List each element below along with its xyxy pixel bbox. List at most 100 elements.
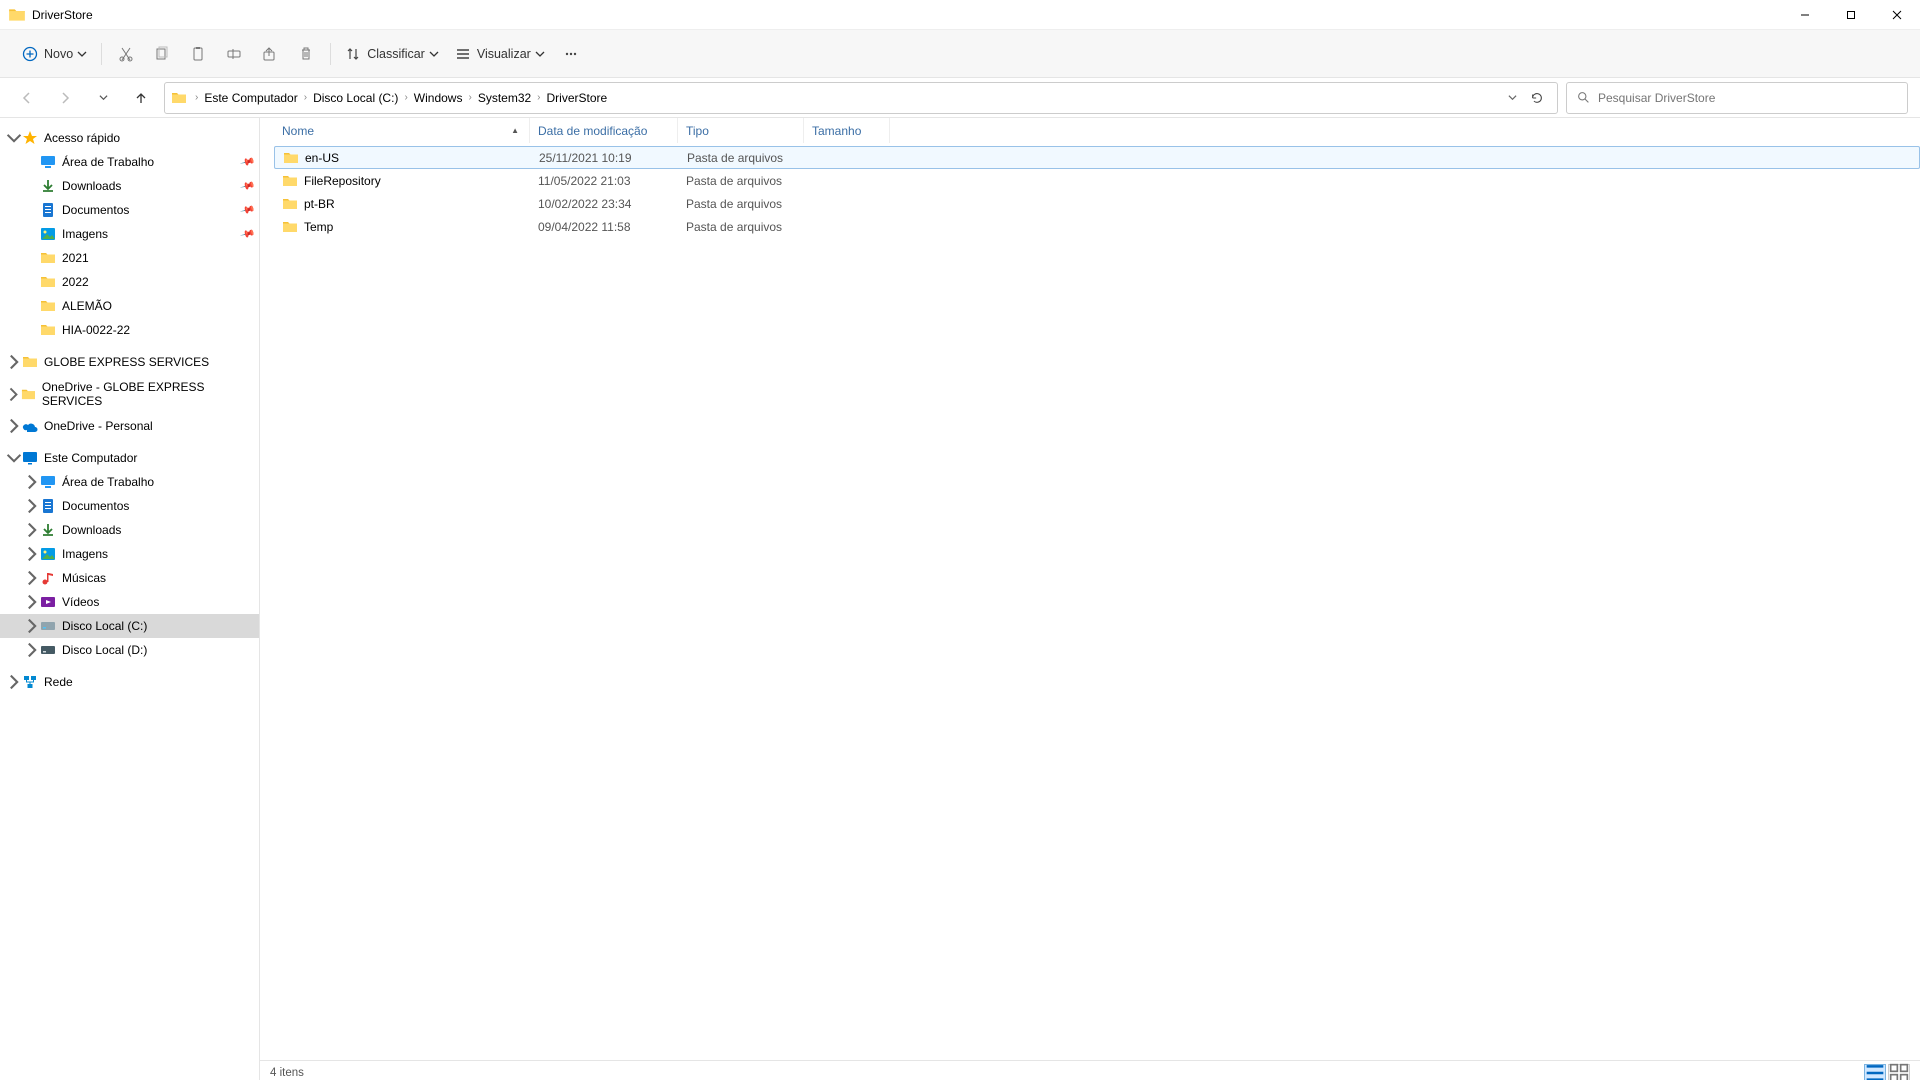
sidebar-item-quick-access[interactable]: Acesso rápido xyxy=(0,126,259,150)
sidebar-item[interactable]: Disco Local (D:) xyxy=(0,638,259,662)
more-button[interactable] xyxy=(553,38,589,70)
address-bar[interactable]: › Este Computador› Disco Local (C:)› Win… xyxy=(164,82,1558,114)
folder-icon xyxy=(171,90,187,106)
disk-icon xyxy=(40,618,56,634)
sidebar-item[interactable]: 2022 xyxy=(0,270,259,294)
doc-icon xyxy=(40,498,56,514)
sidebar-label: Músicas xyxy=(62,571,106,585)
sidebar-item[interactable]: Músicas xyxy=(0,566,259,590)
folder-icon xyxy=(40,274,56,290)
column-modified[interactable]: Data de modificação xyxy=(530,118,678,143)
sidebar-item[interactable]: ALEMÃO xyxy=(0,294,259,318)
cloud-icon xyxy=(22,418,38,434)
file-name: en-US xyxy=(305,151,339,165)
chevron-down-icon[interactable] xyxy=(1508,93,1517,102)
rename-button[interactable] xyxy=(216,38,252,70)
music-icon xyxy=(40,570,56,586)
up-button[interactable] xyxy=(126,83,156,113)
breadcrumb[interactable]: System32 xyxy=(476,91,533,105)
close-button[interactable] xyxy=(1874,0,1920,30)
new-label: Novo xyxy=(44,47,73,61)
sidebar-item[interactable]: Disco Local (C:) xyxy=(0,614,259,638)
folder-icon xyxy=(40,250,56,266)
details-view-button[interactable] xyxy=(1864,1064,1886,1080)
sidebar-item-globe[interactable]: GLOBE EXPRESS SERVICES xyxy=(0,350,259,374)
sidebar-item-network[interactable]: Rede xyxy=(0,670,259,694)
sidebar-label: 2022 xyxy=(62,275,89,289)
back-button[interactable] xyxy=(12,83,42,113)
file-rows: en-US25/11/2021 10:19Pasta de arquivosFi… xyxy=(260,144,1920,1060)
column-type[interactable]: Tipo xyxy=(678,118,804,143)
column-size[interactable]: Tamanho xyxy=(804,118,890,143)
file-type: Pasta de arquivos xyxy=(678,174,804,188)
paste-button[interactable] xyxy=(180,38,216,70)
sidebar-item-onedrive-globe[interactable]: OneDrive - GLOBE EXPRESS SERVICES xyxy=(0,382,259,406)
maximize-button[interactable] xyxy=(1828,0,1874,30)
table-row[interactable]: Temp09/04/2022 11:58Pasta de arquivos xyxy=(274,215,1920,238)
file-name: Temp xyxy=(304,220,333,234)
sidebar-item[interactable]: 2021 xyxy=(0,246,259,270)
search-box[interactable] xyxy=(1566,82,1908,114)
sidebar-item[interactable]: Downloads📌 xyxy=(0,174,259,198)
delete-button[interactable] xyxy=(288,38,324,70)
sidebar-item[interactable]: Documentos📌 xyxy=(0,198,259,222)
search-input[interactable] xyxy=(1598,91,1897,105)
share-button[interactable] xyxy=(252,38,288,70)
window-titlebar: DriverStore xyxy=(0,0,1920,30)
table-row[interactable]: FileRepository11/05/2022 21:03Pasta de a… xyxy=(274,169,1920,192)
navigation-pane[interactable]: Acesso rápido Área de Trabalho📌Downloads… xyxy=(0,118,260,1080)
sidebar-label: Área de Trabalho xyxy=(62,475,154,489)
sidebar-item[interactable]: Downloads xyxy=(0,518,259,542)
sidebar-label: ALEMÃO xyxy=(62,299,112,313)
sidebar-label: Disco Local (C:) xyxy=(62,619,147,633)
sidebar-item[interactable]: Área de Trabalho xyxy=(0,470,259,494)
star-icon xyxy=(22,130,38,146)
video-icon xyxy=(40,594,56,610)
sort-button[interactable]: Classificar xyxy=(337,38,447,70)
view-button[interactable]: Visualizar xyxy=(447,38,553,70)
breadcrumb[interactable]: Disco Local (C:) xyxy=(311,91,400,105)
sidebar-label: OneDrive - GLOBE EXPRESS SERVICES xyxy=(42,380,253,408)
download-icon xyxy=(40,522,56,538)
desktop-icon xyxy=(40,474,56,490)
column-name[interactable]: Nome▲ xyxy=(274,118,530,143)
sidebar-item[interactable]: Imagens📌 xyxy=(0,222,259,246)
image-icon xyxy=(40,546,56,562)
new-button[interactable]: Novo xyxy=(14,38,95,70)
refresh-button[interactable] xyxy=(1523,84,1551,112)
sort-ascending-icon: ▲ xyxy=(511,126,519,135)
sidebar-label: Disco Local (D:) xyxy=(62,643,147,657)
sidebar-label: Vídeos xyxy=(62,595,99,609)
file-name: FileRepository xyxy=(304,174,381,188)
folder-icon xyxy=(283,150,299,166)
sidebar-item[interactable]: Documentos xyxy=(0,494,259,518)
disk2-icon xyxy=(40,642,56,658)
navigation-row: › Este Computador› Disco Local (C:)› Win… xyxy=(0,78,1920,118)
cut-button[interactable] xyxy=(108,38,144,70)
large-icons-view-button[interactable] xyxy=(1888,1064,1910,1080)
sidebar-item[interactable]: Área de Trabalho📌 xyxy=(0,150,259,174)
breadcrumb[interactable]: DriverStore xyxy=(545,91,610,105)
sidebar-item[interactable]: Vídeos xyxy=(0,590,259,614)
sidebar-label: Documentos xyxy=(62,499,129,513)
breadcrumb[interactable]: Este Computador xyxy=(202,91,299,105)
sidebar-label: Imagens xyxy=(62,227,108,241)
table-row[interactable]: pt-BR10/02/2022 23:34Pasta de arquivos xyxy=(274,192,1920,215)
copy-button[interactable] xyxy=(144,38,180,70)
minimize-button[interactable] xyxy=(1782,0,1828,30)
sidebar-item[interactable]: Imagens xyxy=(0,542,259,566)
search-icon xyxy=(1577,91,1590,104)
table-row[interactable]: en-US25/11/2021 10:19Pasta de arquivos xyxy=(274,146,1920,169)
network-icon xyxy=(22,674,38,690)
file-modified: 09/04/2022 11:58 xyxy=(530,220,678,234)
file-modified: 25/11/2021 10:19 xyxy=(531,151,679,165)
sidebar-item-this-pc[interactable]: Este Computador xyxy=(0,446,259,470)
folder-icon xyxy=(282,196,298,212)
breadcrumb[interactable]: Windows xyxy=(412,91,465,105)
forward-button[interactable] xyxy=(50,83,80,113)
folder-icon xyxy=(40,298,56,314)
sidebar-item[interactable]: HIA-0022-22 xyxy=(0,318,259,342)
file-name: pt-BR xyxy=(304,197,335,211)
recent-locations-button[interactable] xyxy=(88,83,118,113)
sidebar-item-onedrive-personal[interactable]: OneDrive - Personal xyxy=(0,414,259,438)
